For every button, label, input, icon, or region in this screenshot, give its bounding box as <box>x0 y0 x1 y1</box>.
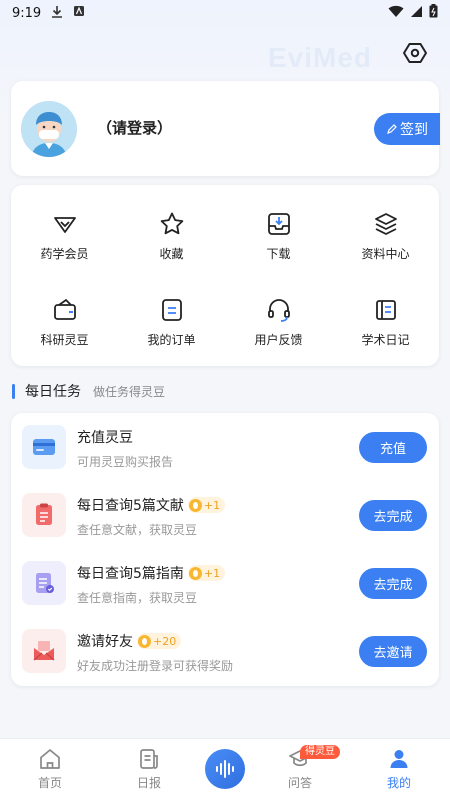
task-description: 好友成功注册登录可获得奖励 <box>77 659 234 673</box>
coin-icon <box>188 566 202 580</box>
wallet-icon <box>53 298 76 320</box>
feature-downloads[interactable]: 下载 <box>225 193 332 279</box>
task-row: 每日查询5篇文献 +1 查任意文献，获取灵豆 去完成 <box>11 481 439 549</box>
home-icon <box>40 749 60 769</box>
daily-tasks-header: 每日任务 做任务得灵豆 <box>12 381 165 401</box>
nav-daily-label: 日报 <box>136 776 161 790</box>
reward-amount: +1 <box>203 566 221 580</box>
reward-badge: +1 <box>187 497 226 513</box>
feature-academic-diary[interactable]: 学术日记 <box>332 279 439 365</box>
newspaper-icon <box>140 749 158 769</box>
bottom-nav: 首页 日报 问答 得灵豆 我的 <box>0 738 450 800</box>
brand-watermark: EviMed <box>268 42 373 73</box>
task-title-text: 邀请好友 <box>77 634 133 650</box>
task-description: 查任意文献，获取灵豆 <box>77 523 198 537</box>
status-time: 9:19 <box>12 5 42 21</box>
signal-icon <box>410 5 423 22</box>
invite-envelope-icon <box>22 629 66 673</box>
task-title: 充值灵豆 <box>77 427 133 447</box>
person-icon <box>390 750 408 768</box>
voice-button[interactable] <box>205 749 245 789</box>
feature-label: 用户反馈 <box>254 332 303 347</box>
nav-daily[interactable]: 日报 <box>119 747 179 791</box>
feature-label: 科研灵豆 <box>40 332 89 347</box>
nav-home[interactable]: 首页 <box>20 747 80 791</box>
feature-label: 学术日记 <box>361 332 410 347</box>
tasks-card: 充值灵豆 可用灵豆购买报告 充值 每日查询5篇文献 +1 查任意文献，获取灵豆 … <box>11 413 439 686</box>
section-subtitle: 做任务得灵豆 <box>93 384 166 399</box>
coin-icon <box>188 498 202 512</box>
section-accent-bar <box>12 383 15 399</box>
status-bar: 9:19 <box>0 0 450 26</box>
reward-amount: +20 <box>153 634 177 648</box>
voice-wave-icon <box>216 760 234 778</box>
task-title-text: 充值灵豆 <box>77 430 133 446</box>
nav-mine-label: 我的 <box>386 776 411 790</box>
feature-research-beans[interactable]: 科研灵豆 <box>11 279 118 365</box>
coin-icon <box>138 634 151 648</box>
feature-label: 我的订单 <box>147 332 196 347</box>
task-description: 查任意指南，获取灵豆 <box>77 591 198 605</box>
invite-button[interactable]: 去邀请 <box>359 636 427 667</box>
avatar[interactable] <box>21 101 77 157</box>
vip-diamond-icon <box>53 216 76 233</box>
headset-icon <box>267 298 290 322</box>
task-title-text: 每日查询5篇文献 <box>77 498 184 514</box>
feature-pharmacy-vip[interactable]: 药学会员 <box>11 193 118 279</box>
section-title: 每日任务 <box>25 384 81 400</box>
feature-label: 药学会员 <box>40 246 89 261</box>
task-row: 每日查询5篇指南 +1 查任意指南，获取灵豆 去完成 <box>11 549 439 617</box>
feature-user-feedback[interactable]: 用户反馈 <box>225 279 332 365</box>
task-title: 每日查询5篇指南 +1 <box>77 563 226 583</box>
task-title: 邀请好友 +20 <box>77 631 182 651</box>
task-title: 每日查询5篇文献 +1 <box>77 495 226 515</box>
reward-badge: +20 <box>137 633 182 649</box>
nav-mine[interactable]: 我的 <box>369 747 429 791</box>
profile-card: （请登录） 签到 <box>11 81 440 176</box>
battery-icon <box>429 4 438 22</box>
feature-resource-center[interactable]: 资料中心 <box>332 193 439 279</box>
layers-icon <box>374 212 397 235</box>
diary-icon <box>375 299 396 320</box>
feature-my-orders[interactable]: 我的订单 <box>118 279 225 365</box>
reward-amount: +1 <box>203 498 221 512</box>
guide-icon <box>22 561 66 605</box>
complete-guide-button[interactable]: 去完成 <box>359 568 427 599</box>
wifi-icon <box>388 5 404 22</box>
signin-button[interactable]: 签到 <box>374 113 440 145</box>
nav-qa-label: 问答 <box>287 776 312 790</box>
task-description: 可用灵豆购买报告 <box>77 455 174 469</box>
pencil-icon <box>387 123 397 134</box>
star-icon <box>160 212 183 234</box>
feature-favorites[interactable]: 收藏 <box>118 193 225 279</box>
reward-badge: +1 <box>187 565 226 581</box>
task-title-text: 每日查询5篇指南 <box>77 566 184 582</box>
download-status-icon <box>51 5 63 22</box>
task-row: 充值灵豆 可用灵豆购买报告 充值 <box>11 413 439 481</box>
feature-label: 资料中心 <box>361 246 410 261</box>
app-notification-icon <box>73 5 85 21</box>
order-list-icon <box>161 298 182 321</box>
document-icon <box>22 493 66 537</box>
recharge-card-icon <box>22 425 66 469</box>
task-row: 邀请好友 +20 好友成功注册登录可获得奖励 去邀请 <box>11 617 439 685</box>
nav-home-label: 首页 <box>37 776 62 790</box>
qa-reward-badge: 得灵豆 <box>300 745 340 759</box>
feature-label: 下载 <box>266 246 291 261</box>
features-card: 药学会员 收藏 下载 资料中心 科研灵豆 我的订单 用户反馈 学术日记 <box>11 185 439 366</box>
feature-label: 收藏 <box>159 246 184 261</box>
signin-label: 签到 <box>400 122 428 138</box>
login-prompt[interactable]: （请登录） <box>97 117 172 138</box>
recharge-button[interactable]: 充值 <box>359 432 427 463</box>
complete-literature-button[interactable]: 去完成 <box>359 500 427 531</box>
settings-icon[interactable] <box>402 40 428 66</box>
download-box-icon <box>267 212 290 235</box>
